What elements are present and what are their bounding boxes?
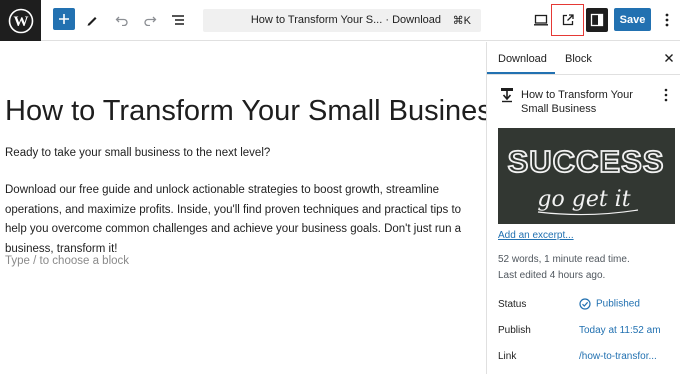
save-button[interactable]: Save [614, 8, 651, 31]
featured-image[interactable]: SUCCESS go get it [498, 128, 675, 224]
publish-date-button[interactable]: Today at 11:52 am [579, 325, 661, 336]
featured-image-text-top: SUCCESS [508, 144, 665, 179]
link-label: Link [498, 351, 517, 362]
close-icon [665, 54, 673, 62]
desktop-icon [534, 14, 548, 26]
undo-button[interactable] [110, 8, 134, 32]
status-label: Status [498, 299, 527, 310]
status-value-button[interactable]: Published [579, 298, 640, 310]
editor-canvas: How to Transform Your Small Business Rea… [0, 42, 506, 374]
editor-toolbar: W How to Transform Your S... · Download [0, 0, 680, 41]
close-sidebar-button[interactable] [661, 50, 677, 66]
sidebar-panel-icon [590, 13, 604, 27]
pencil-icon [87, 17, 97, 26]
add-excerpt-link[interactable]: Add an excerpt... [498, 230, 574, 241]
download-icon [500, 87, 514, 103]
view-post-button[interactable] [551, 4, 584, 36]
last-edited: Last edited 4 hours ago. [498, 270, 606, 281]
document-overview-button[interactable] [166, 8, 190, 32]
tools-button[interactable] [80, 8, 104, 32]
external-link-icon [562, 14, 574, 26]
plus-icon [59, 14, 69, 24]
preview-button[interactable] [529, 8, 553, 32]
block-appender-placeholder[interactable]: Type / to choose a block [5, 255, 129, 267]
word-count: 52 words, 1 minute read time. [498, 254, 630, 265]
publish-label: Publish [498, 325, 531, 336]
command-shortcut: ⌘K [452, 15, 471, 27]
active-tab-indicator [487, 72, 555, 74]
sidebar-tabs: Download Block [487, 42, 680, 75]
tab-download[interactable]: Download [498, 53, 547, 65]
document-bar[interactable]: How to Transform Your S... · Download ⌘K [203, 9, 481, 32]
vertical-ellipsis-icon [664, 88, 668, 102]
paragraph-block[interactable]: Download our free guide and unlock actio… [5, 181, 477, 259]
published-check-icon [579, 298, 591, 310]
paragraph-block[interactable]: Ready to take your small business to the… [5, 147, 270, 159]
settings-sidebar: Download Block How to Transform Your Sma… [486, 42, 680, 374]
add-block-button[interactable] [53, 8, 75, 30]
post-actions-button[interactable] [660, 86, 672, 104]
redo-icon [144, 16, 157, 26]
settings-panel-toggle[interactable] [586, 8, 608, 32]
redo-button[interactable] [138, 8, 162, 32]
tab-block[interactable]: Block [565, 53, 592, 65]
permalink-button[interactable]: /how-to-transfor... [579, 351, 657, 362]
post-card-title: How to Transform Your Small Business [521, 89, 633, 115]
vertical-ellipsis-icon [665, 13, 669, 27]
featured-image-text-bottom: go get it [537, 187, 630, 212]
status-value: Published [596, 298, 640, 310]
document-title: How to Transform Your S... · Download [250, 14, 441, 26]
options-menu-button[interactable] [659, 9, 675, 31]
undo-icon [115, 16, 128, 26]
post-title[interactable]: How to Transform Your Small Business [5, 95, 506, 128]
list-view-icon [172, 15, 184, 25]
svg-text:W: W [13, 14, 28, 30]
wordpress-logo-icon[interactable]: W [0, 0, 41, 41]
